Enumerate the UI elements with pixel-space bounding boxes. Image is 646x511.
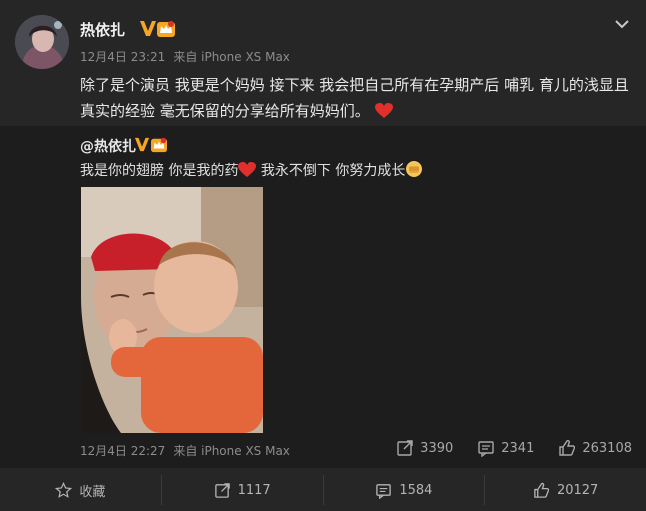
fist-emoji <box>406 161 423 177</box>
repost-block[interactable]: @热依扎 我是你的翅膀 你是我的药 我永不倒下 你努力成长 12月4日 22:2… <box>0 126 646 468</box>
thumbs-up-icon <box>559 439 576 456</box>
post-text: 除了是个演员 我更是个妈妈 接下来 我会把自己所有在孕期产后 哺乳 育儿的浅显且… <box>80 72 636 124</box>
post-timestamp[interactable]: 12月4日 23:21 <box>80 50 165 64</box>
author-avatar[interactable] <box>15 15 69 69</box>
repost-text-part2: 我永不倒下 你努力成长 <box>256 163 406 179</box>
repost-source: 来自 iPhone XS Max <box>173 444 290 458</box>
repost-button[interactable]: 1117 <box>160 475 323 505</box>
repost-text-part1: 我是你的翅膀 你是我的药 <box>80 163 239 179</box>
like-button[interactable]: 20127 <box>484 475 646 505</box>
repost-like-count[interactable]: 263108 <box>558 439 632 457</box>
repost-comment-count[interactable]: 2341 <box>477 439 534 457</box>
comment-icon <box>376 483 392 499</box>
verified-v-icon <box>140 21 156 36</box>
post-source: 来自 iPhone XS Max <box>173 50 290 64</box>
favorite-button[interactable]: 收藏 <box>0 475 161 505</box>
repost-meta: 12月4日 22:27 来自 iPhone XS Max <box>80 442 290 459</box>
heart-emoji <box>374 103 393 118</box>
post-text-body: 除了是个演员 我更是个妈妈 接下来 我会把自己所有在孕期产后 哺乳 育儿的浅显且… <box>80 76 629 120</box>
crown-badge-icon <box>151 137 167 153</box>
repost-icon <box>397 440 413 456</box>
post-meta: 12月4日 23:21 来自 iPhone XS Max <box>80 48 290 65</box>
action-bar: 收藏 1117 1584 20127 <box>0 475 646 505</box>
repost-mention[interactable]: @热依扎 <box>80 136 136 156</box>
repost-repost-count[interactable]: 3390 <box>396 439 453 457</box>
repost-stats: 3390 2341 263108 <box>372 439 632 457</box>
repost-icon <box>214 482 230 498</box>
comment-button[interactable]: 1584 <box>322 475 485 505</box>
star-icon <box>55 481 73 498</box>
author-name[interactable]: 热依扎 <box>80 19 125 40</box>
repost-timestamp[interactable]: 12月4日 22:27 <box>80 444 165 458</box>
repost-photo[interactable] <box>81 187 263 433</box>
heart-emoji <box>238 162 257 177</box>
comment-icon <box>478 441 494 457</box>
chevron-down-icon[interactable] <box>612 14 632 34</box>
thumbs-up-icon <box>534 482 550 498</box>
crown-badge-icon <box>157 21 175 37</box>
verified-v-icon <box>134 137 150 152</box>
weibo-post-card: 热依扎 12月4日 23:21 来自 iPhone XS Max 除了是个演员 我… <box>0 0 646 511</box>
repost-text: 我是你的翅膀 你是我的药 我永不倒下 你努力成长 <box>80 160 423 182</box>
